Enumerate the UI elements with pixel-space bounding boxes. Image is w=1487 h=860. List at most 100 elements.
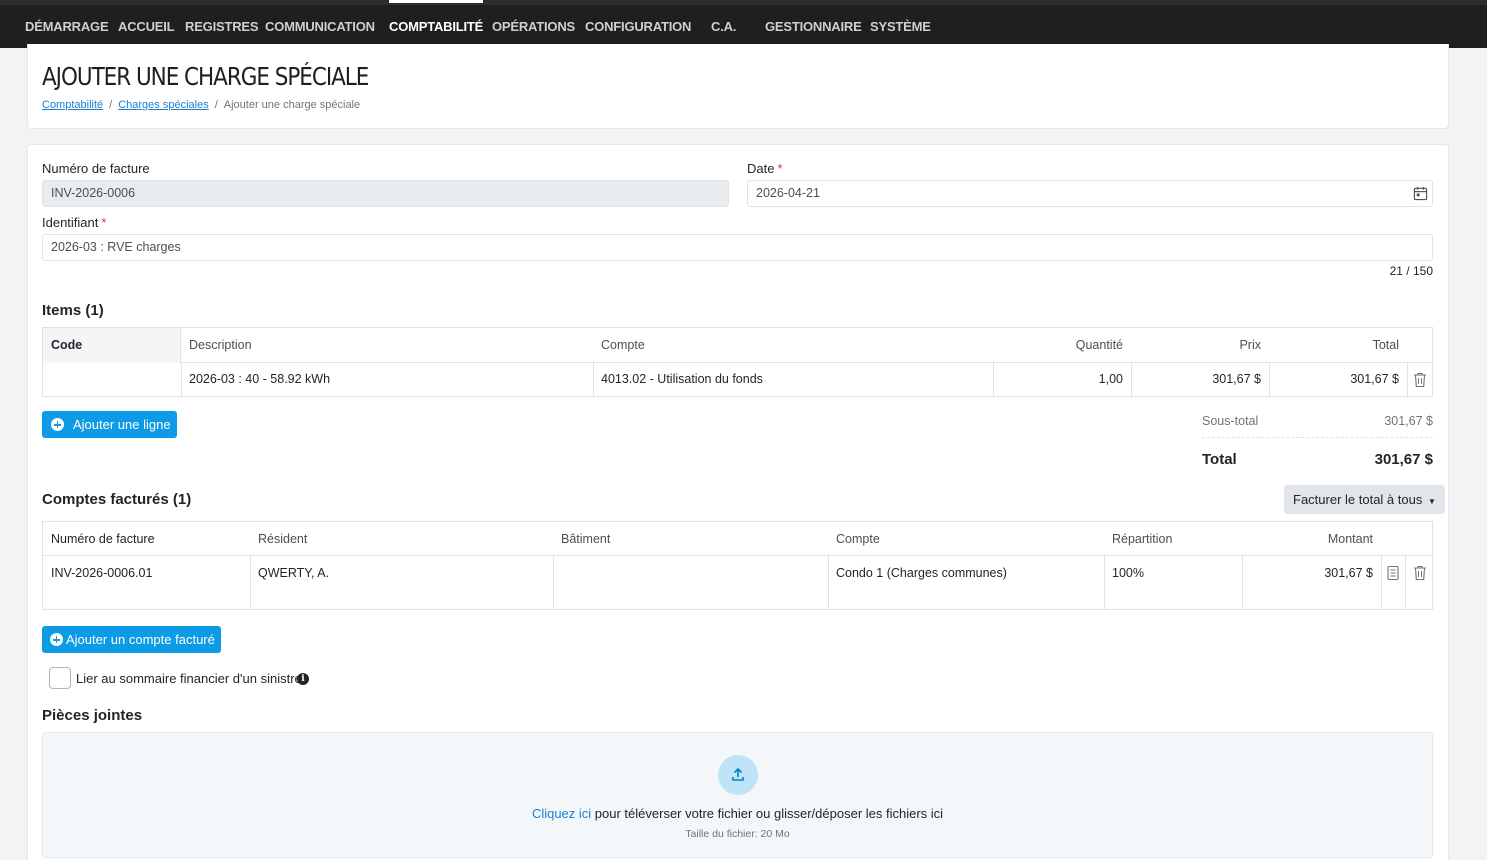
total-label: Total [1202,451,1237,468]
column-divider [1381,556,1382,610]
billed-accounts-title: Comptes facturés (1) [42,491,192,508]
upload-button[interactable] [718,755,758,795]
required-mark: * [777,161,783,176]
upload-icon [732,767,744,781]
item-total-cell: 301,67 $ [1350,372,1399,386]
column-divider [1104,556,1105,610]
date-value: 2026-04-21 [756,186,820,200]
item-quantite-cell[interactable]: 1,00 [1003,372,1123,386]
column-header-montant: Montant [1327,532,1373,546]
column-header-compte: Compte [601,338,645,352]
dropzone-instructions: pour téléverser votre fichier ou glisser… [591,806,944,821]
document-icon[interactable] [1386,565,1400,581]
plus-circle-icon [50,633,63,646]
column-divider [1407,363,1408,397]
invoice-number-field: INV-2026-0006 [42,180,729,207]
column-header-batiment: Bâtiment [561,532,611,546]
calendar-icon[interactable] [1413,186,1428,201]
nav-item-accueil[interactable]: ACCUEIL [118,5,175,48]
breadcrumb-current: Ajouter une charge spéciale [223,99,361,111]
top-navigation: DÉMARRAGE ACCUEIL REGISTRES COMMUNICATIO… [0,0,1487,48]
date-label: Date * [747,161,783,176]
required-mark: * [101,215,107,230]
bill-all-dropdown[interactable]: Facturer le total à tous ▼ [1284,485,1445,514]
column-divider [1269,363,1270,397]
item-description-cell[interactable]: 2026-03 : 40 - 58.92 kWh [189,372,330,386]
column-header-repartition: Répartition [1112,532,1173,546]
column-divider [181,363,182,397]
column-divider [828,556,829,610]
column-divider [1242,556,1243,610]
nav-item-comptabilite[interactable]: COMPTABILITÉ [389,0,483,48]
column-header-compte: Compte [836,532,880,546]
billed-montant-cell[interactable]: 301,67 $ [1253,566,1373,580]
breadcrumb-separator: / [214,99,218,111]
subtotal-label: Sous-total [1202,414,1259,428]
billed-compte-cell[interactable]: Condo 1 (Charges communes) [836,566,1007,580]
date-field[interactable]: 2026-04-21 [747,180,1433,207]
trash-icon[interactable] [1413,565,1427,581]
nav-item-communication[interactable]: COMMUNICATION [265,5,375,48]
nav-item-systeme[interactable]: SYSTÈME [870,5,931,48]
info-icon[interactable]: i [297,673,309,685]
identifier-label-text: Identifiant [42,215,99,230]
column-divider [250,556,251,610]
breadcrumb: Comptabilité / Charges spéciales / Ajouter u… [42,99,360,111]
column-divider [993,363,994,397]
item-prix-cell[interactable]: 301,67 $ [1141,372,1261,386]
identifier-char-counter: 21 / 150 [1389,264,1433,278]
dropzone-text: Cliquez ici pour téléverser votre fichie… [43,806,1432,821]
click-here-link[interactable]: Cliquez ici [532,806,591,821]
nav-item-operations[interactable]: OPÉRATIONS [492,5,575,48]
bill-all-label: Facturer le total à tous [1293,492,1423,507]
add-line-label: Ajouter une ligne [73,417,171,432]
billed-resident-cell[interactable]: QWERTY, A. [258,566,329,580]
identifier-field[interactable]: 2026-03 : RVE charges [42,234,1433,261]
items-table: Code Description Compte Quantité Prix To… [42,327,1433,397]
add-billed-account-button[interactable]: Ajouter un compte facturé [42,626,221,653]
caret-down-icon: ▼ [1427,497,1436,506]
nav-item-registres[interactable]: REGISTRES [185,5,259,48]
plus-circle-icon [51,418,64,431]
add-billed-account-label: Ajouter un compte facturé [66,632,215,647]
item-compte-cell[interactable]: 4013.02 - Utilisation du fonds [601,372,763,386]
nav-item-gestionnaire[interactable]: GESTIONNAIRE [765,5,862,48]
breadcrumb-separator: / [109,99,113,111]
date-label-text: Date [747,161,775,176]
column-divider [1131,363,1132,397]
column-header-invoice: Numéro de facture [51,532,155,546]
billed-table-header [43,522,1432,556]
column-header-prix: Prix [1239,338,1261,352]
trash-icon[interactable] [1413,372,1427,388]
identifier-label: Identifiant * [42,215,106,230]
nav-item-demarrage[interactable]: DÉMARRAGE [25,5,109,48]
billed-accounts-table: Numéro de facture Résident Bâtiment Comp… [42,521,1433,610]
total-value: 301,67 $ [1374,451,1433,468]
breadcrumb-charges-speciales[interactable]: Charges spéciales [118,99,209,111]
column-header-code: Code [51,338,83,352]
file-size-note: Taille du fichier: 20 Mo [685,828,790,840]
nav-item-configuration[interactable]: CONFIGURATION [585,5,691,48]
page-title: AJOUTER UNE CHARGE SPÉCIALE [42,62,369,91]
column-divider [593,363,594,397]
column-header-description: Description [189,338,252,352]
file-dropzone[interactable]: Cliquez ici pour téléverser votre fichie… [42,732,1433,858]
column-header-quantite: Quantité [1075,338,1123,352]
column-header-resident: Résident [258,532,308,546]
charge-form: Numéro de facture INV-2026-0006 Date * 20… [27,144,1449,860]
nav-item-ca[interactable]: C.A. [711,5,736,48]
attachments-title: Pièces jointes [42,707,143,724]
subtotal-value: 301,67 $ [1384,414,1433,428]
page-header: AJOUTER UNE CHARGE SPÉCIALE Comptabilité… [27,44,1449,129]
items-title: Items (1) [42,302,104,319]
link-claim-checkbox[interactable] [49,667,71,689]
column-header-total: Total [1372,338,1399,352]
column-divider [553,556,554,610]
add-line-button[interactable]: Ajouter une ligne [42,411,177,438]
invoice-number-label: Numéro de facture [42,161,150,176]
link-claim-label: Lier au sommaire financier d'un sinistre [76,671,302,686]
billed-invoice-cell: INV-2026-0006.01 [51,566,153,580]
column-divider [1405,556,1406,610]
breadcrumb-comptabilite[interactable]: Comptabilité [42,99,103,111]
billed-repartition-cell[interactable]: 100% [1112,566,1144,580]
